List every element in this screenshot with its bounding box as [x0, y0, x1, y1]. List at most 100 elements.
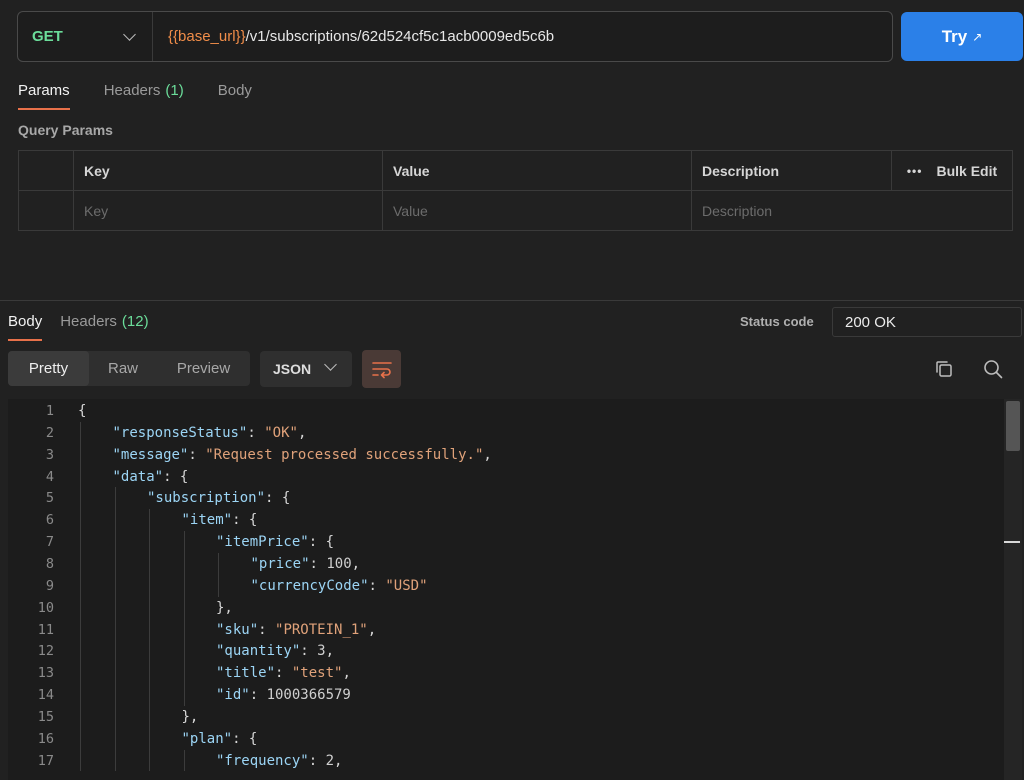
code-text: "sku": "PROTEIN_1", [216, 619, 376, 641]
scrollbar-marker [1004, 541, 1020, 543]
code-line: 5 "subscription": { [8, 487, 1003, 509]
json-number: 2 [325, 752, 335, 769]
tab-body[interactable]: Body [218, 82, 252, 110]
view-mode-pretty[interactable]: Pretty [8, 351, 89, 386]
tab-headers[interactable]: Headers (1) [104, 82, 184, 110]
line-number: 1 [45, 403, 54, 419]
indent-guide [218, 552, 219, 597]
tab-response-body-label: Body [8, 313, 43, 330]
code-text: "item": { [182, 509, 258, 531]
line-number: 8 [45, 555, 54, 572]
line-number: 6 [45, 512, 54, 529]
json-punctuation: , [297, 424, 307, 441]
pane-divider[interactable] [0, 300, 1024, 301]
scrollbar-thumb[interactable] [1006, 401, 1020, 451]
bulk-edit-button[interactable]: ••• Bulk Edit [892, 151, 1012, 190]
code-line: 8 "price": 100, [8, 553, 1003, 575]
tab-params[interactable]: Params [18, 82, 70, 110]
json-key: "frequency" [216, 752, 309, 769]
code-text: "quantity": 3, [216, 640, 334, 662]
code-text: "message": "Request processed successful… [113, 444, 492, 466]
param-value-input[interactable]: Value [383, 191, 692, 231]
query-params-title: Query Params [18, 122, 113, 138]
json-punctuation: : [309, 555, 327, 572]
param-key-input[interactable]: Key [74, 191, 383, 231]
code-text: "price": 100, [251, 553, 361, 575]
params-row-checkbox[interactable] [19, 191, 74, 231]
code-text: }, [182, 706, 199, 728]
line-number: 9 [45, 577, 54, 594]
view-mode-raw[interactable]: Raw [89, 351, 157, 386]
json-number: 3 [317, 643, 326, 660]
bulk-edit-label: Bulk Edit [936, 162, 998, 179]
method-select[interactable]: GET [18, 12, 153, 61]
json-punctuation: : [188, 446, 206, 463]
json-number: 1000366579 [266, 687, 351, 704]
code-text: { [78, 400, 86, 422]
wrap-lines-button[interactable] [362, 350, 401, 388]
json-punctuation: : { [265, 490, 291, 507]
code-line: 4 "data": { [8, 466, 1003, 488]
json-punctuation: : [275, 665, 292, 682]
json-punctuation: { [78, 403, 87, 419]
code-line: 12 "quantity": 3, [8, 640, 1003, 662]
json-string: "PROTEIN_1" [275, 621, 368, 638]
code-line: 15}, [8, 706, 1003, 728]
json-key: "message" [112, 446, 189, 463]
code-text: "frequency": 2, [216, 750, 342, 772]
indent-guide [80, 421, 81, 772]
tab-headers-count: (1) [165, 82, 184, 99]
json-punctuation: : [300, 643, 318, 660]
json-punctuation: , [334, 752, 343, 769]
param-description-input[interactable]: Description [692, 191, 1012, 231]
code-text: "plan": { [182, 728, 258, 750]
more-dots-icon: ••• [906, 163, 923, 178]
params-header-description: Description [692, 151, 892, 190]
response-body-viewer[interactable]: 1 {2 "responseStatus": "OK", 3 "message": "R… [8, 399, 1022, 780]
json-key: "sku" [216, 621, 259, 638]
code-line: 10}, [8, 597, 1003, 619]
line-number: 3 [45, 446, 54, 463]
chevron-down-icon [123, 27, 136, 41]
json-number: 100 [326, 555, 352, 572]
code-text: "currencyCode": "USD" [251, 575, 428, 597]
json-punctuation: }, [216, 599, 233, 616]
json-punctuation: : [258, 621, 276, 638]
code-line: 16 "plan": { [8, 728, 1003, 750]
url-input[interactable]: {{base_url}}/v1/subscriptions/62d524cf5c… [153, 28, 554, 45]
json-string: "test" [291, 665, 343, 682]
code-line: 3 "message": "Request processed successfu… [8, 444, 1003, 466]
json-key: "item" [181, 512, 233, 529]
indent-guide [114, 487, 116, 772]
vertical-scrollbar[interactable] [1004, 399, 1022, 780]
wrap-lines-icon [371, 362, 392, 379]
try-button[interactable]: Try ↗ [901, 12, 1023, 61]
tab-response-headers-count: (12) [121, 313, 149, 330]
json-key: "itemPrice" [216, 534, 309, 551]
indent-guide [183, 531, 185, 706]
tab-response-headers[interactable]: Headers (12) [60, 313, 148, 341]
search-button[interactable] [980, 356, 1006, 382]
json-punctuation: : [368, 577, 386, 594]
tab-response-body[interactable]: Body [8, 313, 43, 341]
format-select[interactable]: JSON [260, 351, 352, 387]
request-tabs: Params Headers (1) Body [18, 82, 286, 110]
line-number: 15 [37, 708, 54, 725]
line-number: 5 [45, 490, 54, 507]
copy-button[interactable] [931, 356, 957, 382]
json-punctuation: , [483, 446, 492, 463]
code-line: 2 "responseStatus": "OK", [8, 422, 1003, 444]
view-mode-preview[interactable]: Preview [157, 351, 250, 386]
code-text: "responseStatus": "OK", [113, 422, 307, 444]
params-header-key: Key [74, 151, 383, 190]
line-number: 2 [45, 424, 54, 441]
json-punctuation: : { [163, 468, 189, 485]
json-punctuation: : { [308, 534, 335, 551]
code-line: 7 "itemPrice": { [8, 531, 1003, 553]
json-key: "quantity" [216, 643, 301, 660]
json-key: "price" [250, 555, 310, 572]
request-url-bar: GET {{base_url}}/v1/subscriptions/62d524… [17, 11, 893, 62]
line-number: 14 [37, 687, 54, 704]
code-text: "data": { [113, 466, 189, 488]
params-header-row: Key Value Description ••• Bulk Edit [19, 151, 1012, 191]
